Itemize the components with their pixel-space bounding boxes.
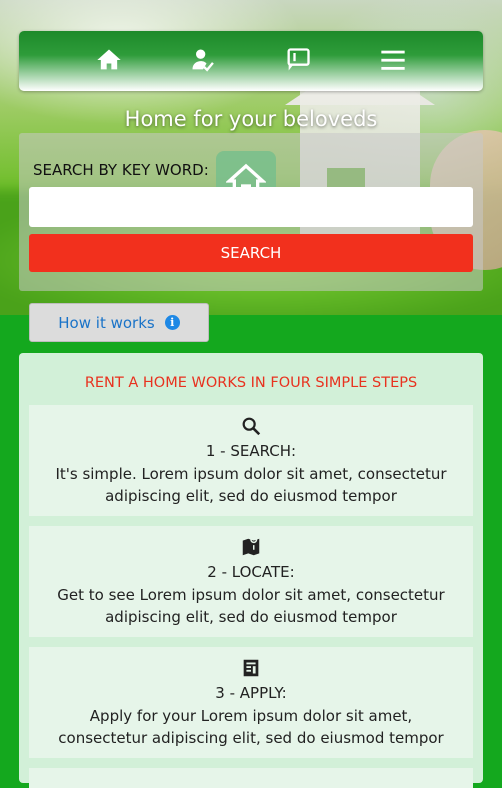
search-label: SEARCH BY KEY WORD: — [33, 161, 209, 179]
step-item-search: 1 - SEARCH: It's simple. Lorem ipsum dol… — [29, 405, 473, 516]
step-heading: 1 - SEARCH: — [205, 442, 297, 460]
top-navbar — [19, 31, 483, 91]
user-check-icon[interactable] — [188, 45, 218, 75]
hero-tagline: Home for your beloveds — [124, 107, 378, 131]
map-pin-icon — [242, 536, 260, 556]
message-icon[interactable] — [283, 45, 313, 75]
step-description: It's simple. Lorem ipsum dolor sit amet,… — [55, 465, 447, 505]
step-description: Get to see Lorem ipsum dolor sit amet, c… — [57, 586, 445, 626]
search-input[interactable] — [29, 187, 473, 227]
search-panel: SEARCH BY KEY WORD: SEARCH — [19, 133, 483, 291]
info-icon: i — [164, 315, 180, 330]
step-item-next — [29, 768, 473, 788]
steps-card: RENT A HOME WORKS IN FOUR SIMPLE STEPS 1… — [19, 353, 483, 788]
home-icon[interactable] — [94, 45, 124, 75]
step-item-locate: 2 - LOCATE: Get to see Lorem ipsum dolor… — [29, 526, 473, 637]
search-button[interactable]: SEARCH — [29, 234, 473, 272]
step-heading: 2 - LOCATE: — [207, 563, 295, 581]
form-icon — [243, 659, 259, 677]
how-it-works-button[interactable]: How it works i — [29, 303, 209, 342]
step-heading: 3 - APPLY: — [215, 684, 287, 702]
how-it-works-label: How it works — [58, 313, 155, 332]
step-description: Apply for your Lorem ipsum dolor sit ame… — [58, 707, 444, 747]
step-item-apply: 3 - APPLY: Apply for your Lorem ipsum do… — [29, 647, 473, 758]
steps-title: RENT A HOME WORKS IN FOUR SIMPLE STEPS — [84, 375, 418, 391]
search-icon — [242, 417, 261, 436]
menu-icon[interactable] — [378, 45, 408, 75]
